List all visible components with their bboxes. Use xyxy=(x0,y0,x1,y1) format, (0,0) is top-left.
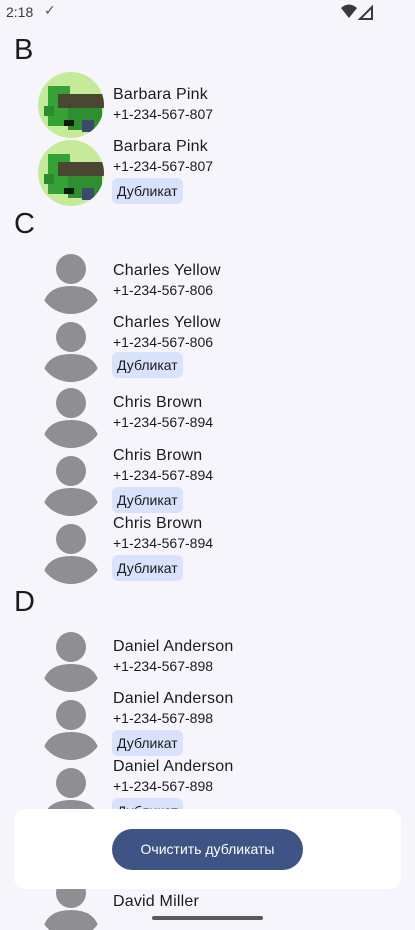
contact-name: Chris Brown xyxy=(113,447,203,464)
contact-photo-avatar xyxy=(38,140,104,206)
contact-phone: +1-234-567-898 xyxy=(113,710,214,726)
duplicate-badge: Дубликат xyxy=(112,487,183,513)
contact-phone: +1-234-567-898 xyxy=(113,658,214,674)
contact-phone: +1-234-567-806 xyxy=(113,334,214,350)
status-time: 2:18 xyxy=(6,4,34,20)
contact-name: Daniel Anderson xyxy=(113,638,234,655)
check-icon: ✓ xyxy=(44,2,56,18)
contact-phone: +1-234-567-898 xyxy=(113,778,214,794)
contact-name: Barbara Pink xyxy=(113,86,208,103)
status-bar: 2:18 ✓ xyxy=(0,0,415,26)
section-header-d: D xyxy=(14,586,35,618)
default-person-icon xyxy=(38,694,104,760)
contact-name: Chris Brown xyxy=(113,394,203,411)
contact-name: Charles Yellow xyxy=(113,314,221,331)
duplicate-badge: Дубликат xyxy=(112,730,183,756)
duplicate-badge: Дубликат xyxy=(112,555,183,581)
contact-name: Barbara Pink xyxy=(113,138,208,155)
section-header-c: C xyxy=(14,208,35,240)
contact-list[interactable]: B Barbara Pink +1-234-567-807 Barbara Pi… xyxy=(0,26,415,930)
contact-phone: +1-234-567-806 xyxy=(113,282,214,298)
duplicate-badge: Дубликат xyxy=(112,352,183,378)
default-person-icon xyxy=(38,316,104,382)
default-person-icon xyxy=(38,626,104,692)
contact-photo-avatar xyxy=(38,72,104,138)
default-person-icon xyxy=(38,382,104,448)
contact-phone: +1-234-567-807 xyxy=(113,106,214,122)
contact-name: Charles Yellow xyxy=(113,262,221,279)
default-person-icon xyxy=(38,518,104,584)
contact-phone: +1-234-567-894 xyxy=(113,535,214,551)
cellular-signal-icon xyxy=(357,4,373,20)
clear-duplicates-button[interactable]: Очистить дубликаты xyxy=(112,829,303,870)
default-person-icon xyxy=(38,450,104,516)
gesture-navigation-bar[interactable] xyxy=(152,916,263,920)
contact-name: Daniel Anderson xyxy=(113,758,234,775)
status-icons xyxy=(341,4,373,20)
contact-name: David Miller xyxy=(113,893,199,910)
contact-phone: +1-234-567-807 xyxy=(113,158,214,174)
duplicate-badge: Дубликат xyxy=(112,178,183,204)
default-person-icon xyxy=(38,248,104,314)
contact-phone: +1-234-567-894 xyxy=(113,414,214,430)
contact-name: Daniel Anderson xyxy=(113,690,234,707)
contact-name: Chris Brown xyxy=(113,515,203,532)
clear-duplicates-panel: Очистить дубликаты xyxy=(14,809,401,889)
section-header-b: B xyxy=(14,34,34,66)
contact-phone: +1-234-567-894 xyxy=(113,467,214,483)
wifi-icon xyxy=(341,4,357,18)
